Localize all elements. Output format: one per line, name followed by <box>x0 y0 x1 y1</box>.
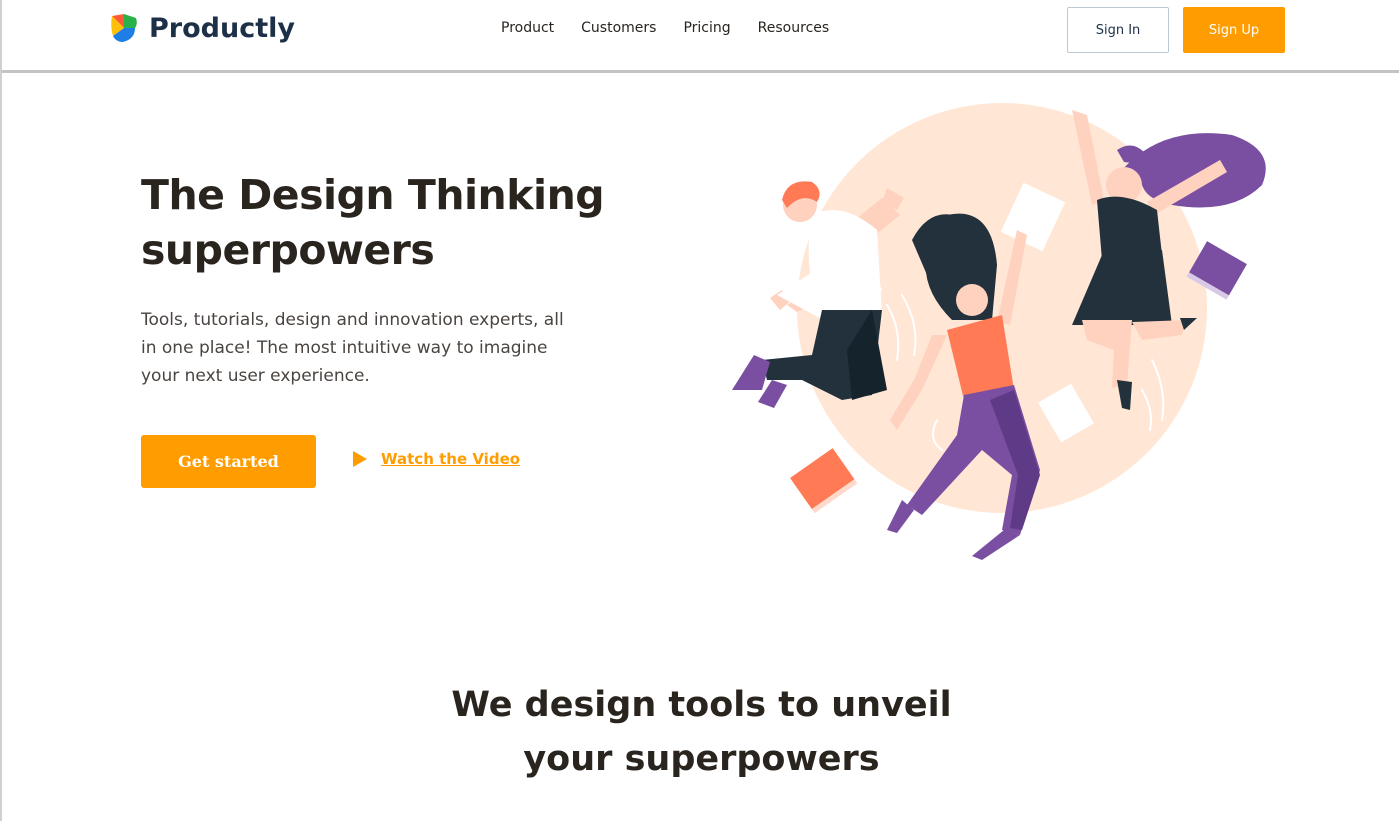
hero-illustration <box>732 103 1266 560</box>
hero-title-line-1: The Design Thinking <box>141 171 605 219</box>
watch-video-link[interactable]: Watch the Video <box>353 450 520 468</box>
logo-icon <box>111 14 137 42</box>
nav-item-product[interactable]: Product <box>501 20 554 36</box>
hero-title: The Design Thinking superpowers <box>141 168 661 278</box>
get-started-button[interactable]: Get started <box>141 435 316 488</box>
top-navbar: Productly Product Customers Pricing Reso… <box>2 0 1399 73</box>
play-icon <box>353 451 367 467</box>
section-title-line-1: We design tools to unveil <box>451 685 952 725</box>
watch-video-label: Watch the Video <box>381 450 521 468</box>
section-title: We design tools to unveil your superpowe… <box>2 678 1399 786</box>
section-title-line-2: your superpowers <box>523 739 880 779</box>
hero-subtitle-line-3: your next user experience. <box>141 366 370 386</box>
nav-item-resources[interactable]: Resources <box>758 20 830 36</box>
hero-subtitle-line-1: Tools, tutorials, design and innovation … <box>141 310 564 330</box>
brand-name: Productly <box>149 12 295 44</box>
main-nav: Product Customers Pricing Resources <box>501 20 829 36</box>
book-coral <box>790 448 858 514</box>
hero-subtitle-line-2: in one place! The most intuitive way to … <box>141 338 548 358</box>
hero-title-line-2: superpowers <box>141 226 435 274</box>
man-figure <box>732 181 904 408</box>
sign-in-button[interactable]: Sign In <box>1067 7 1169 53</box>
brand-logo[interactable]: Productly <box>109 12 295 44</box>
nav-item-pricing[interactable]: Pricing <box>683 20 730 36</box>
hero-subtitle: Tools, tutorials, design and innovation … <box>141 306 591 390</box>
nav-item-customers[interactable]: Customers <box>581 20 656 36</box>
sign-up-button[interactable]: Sign Up <box>1183 7 1285 53</box>
